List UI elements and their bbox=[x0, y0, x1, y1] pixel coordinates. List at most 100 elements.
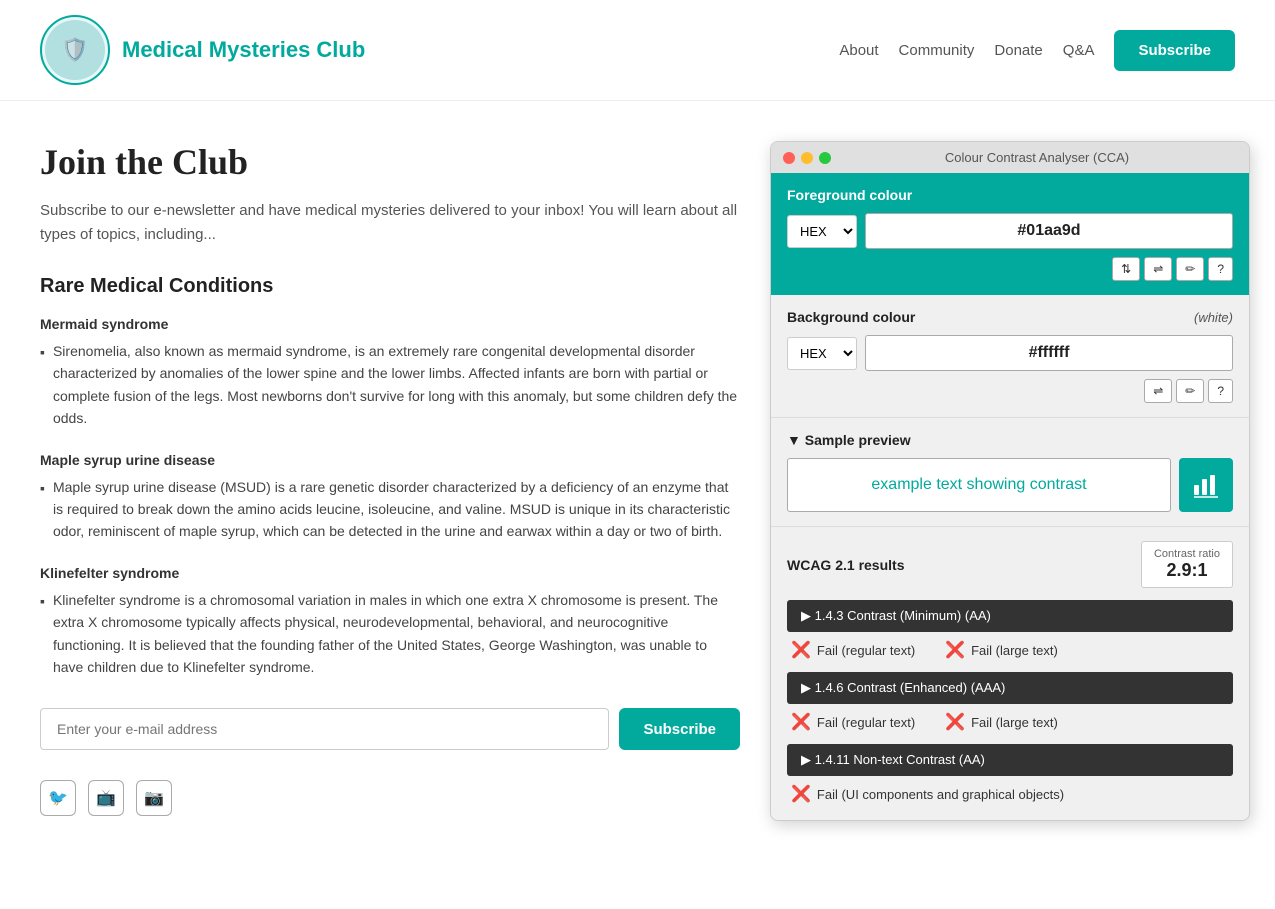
bg-white-note: (white) bbox=[1194, 310, 1233, 325]
wcag-item-1-4-3: 1.4.3 Contrast (Minimum) (AA) ❌ Fail (re… bbox=[787, 600, 1233, 662]
subscribe-form-button[interactable]: Subscribe bbox=[619, 708, 740, 750]
fail-icon-large-1-4-3: ❌ bbox=[945, 640, 965, 660]
fail-large-text-1-4-3: Fail (large text) bbox=[971, 643, 1058, 658]
preview-text-box: example text showing contrast bbox=[787, 458, 1171, 512]
bg-input-row: HEX RGB HSL bbox=[787, 335, 1233, 371]
site-title: Medical Mysteries Club bbox=[122, 37, 365, 63]
bg-label: Background colour bbox=[787, 309, 915, 325]
foreground-section: Foreground colour HEX RGB HSL ⇅ ⇌ ✏ ? bbox=[771, 173, 1249, 295]
condition-text-mermaid: Sirenomelia, also known as mermaid syndr… bbox=[53, 340, 740, 430]
fail-ui-text-1-4-11: Fail (UI components and graphical object… bbox=[817, 787, 1064, 802]
fg-input-row: HEX RGB HSL bbox=[787, 213, 1233, 249]
condition-desc-maple: Maple syrup urine disease (MSUD) is a ra… bbox=[40, 476, 740, 543]
bg-sliders-btn[interactable]: ⇌ bbox=[1144, 379, 1172, 403]
cca-title: Colour Contrast Analyser (CCA) bbox=[837, 150, 1237, 165]
fg-arrows-btn[interactable]: ⇅ bbox=[1112, 257, 1140, 281]
bg-eyedropper-btn[interactable]: ✏ bbox=[1176, 379, 1204, 403]
condition-klinefelter: Klinefelter syndrome Klinefelter syndrom… bbox=[40, 565, 740, 679]
twitch-icon[interactable]: 📺 bbox=[88, 780, 124, 816]
fail-regular-text-1-4-3: Fail (regular text) bbox=[817, 643, 915, 658]
fg-format-select[interactable]: HEX RGB HSL bbox=[787, 215, 857, 248]
cca-titlebar: Colour Contrast Analyser (CCA) bbox=[771, 142, 1249, 173]
wcag-title: WCAG 2.1 results bbox=[787, 557, 904, 573]
chart-icon bbox=[1192, 471, 1220, 499]
condition-text-klinefelter: Klinefelter syndrome is a chromosomal va… bbox=[53, 589, 740, 679]
header-left: 🛡️ Medical Mysteries Club bbox=[40, 15, 365, 85]
condition-title-klinefelter: Klinefelter syndrome bbox=[40, 565, 740, 581]
wcag-item-1-4-11: 1.4.11 Non-text Contrast (AA) ❌ Fail (UI… bbox=[787, 744, 1233, 806]
section-heading: Rare Medical Conditions bbox=[40, 275, 740, 298]
wcag-results-row-1-4-11: ❌ Fail (UI components and graphical obje… bbox=[787, 782, 1233, 806]
cca-body: Foreground colour HEX RGB HSL ⇅ ⇌ ✏ ? bbox=[771, 173, 1249, 820]
nav-donate[interactable]: Donate bbox=[994, 42, 1042, 59]
condition-text-maple: Maple syrup urine disease (MSUD) is a ra… bbox=[53, 476, 740, 543]
titlebar-dot-1 bbox=[783, 152, 795, 164]
preview-row: example text showing contrast bbox=[787, 458, 1233, 512]
wcag-result-regular-1-4-3: ❌ Fail (regular text) bbox=[791, 640, 915, 660]
twitter-icon[interactable]: 🐦 bbox=[40, 780, 76, 816]
email-input[interactable] bbox=[40, 708, 609, 750]
logo: 🛡️ bbox=[40, 15, 110, 85]
wcag-result-regular-1-4-6: ❌ Fail (regular text) bbox=[791, 712, 915, 732]
wcag-results-row-1-4-3: ❌ Fail (regular text) ❌ Fail (large text… bbox=[787, 638, 1233, 662]
wcag-item-header-1-4-3[interactable]: 1.4.3 Contrast (Minimum) (AA) bbox=[787, 600, 1233, 632]
wcag-item-header-1-4-6[interactable]: 1.4.6 Contrast (Enhanced) (AAA) bbox=[787, 672, 1233, 704]
main-content: Join the Club Subscribe to our e-newslet… bbox=[0, 101, 1275, 841]
bg-hex-input[interactable] bbox=[865, 335, 1233, 371]
fg-help-btn[interactable]: ? bbox=[1208, 257, 1233, 281]
fg-tool-row: ⇅ ⇌ ✏ ? bbox=[787, 257, 1233, 281]
fail-icon-regular-1-4-6: ❌ bbox=[791, 712, 811, 732]
titlebar-dot-3 bbox=[819, 152, 831, 164]
condition-maple: Maple syrup urine disease Maple syrup ur… bbox=[40, 452, 740, 543]
page-title: Join the Club bbox=[40, 141, 740, 183]
bg-format-select[interactable]: HEX RGB HSL bbox=[787, 337, 857, 370]
condition-mermaid: Mermaid syndrome Sirenomelia, also known… bbox=[40, 316, 740, 430]
preview-header: Sample preview bbox=[787, 432, 1233, 448]
subscribe-button[interactable]: Subscribe bbox=[1114, 30, 1235, 71]
fail-large-text-1-4-6: Fail (large text) bbox=[971, 715, 1058, 730]
social-icons: 🐦 📺 📷 bbox=[40, 780, 740, 816]
fg-label: Foreground colour bbox=[787, 187, 1233, 203]
nav-community[interactable]: Community bbox=[899, 42, 975, 59]
preview-section: Sample preview example text showing cont… bbox=[771, 417, 1249, 526]
fg-hex-input[interactable] bbox=[865, 213, 1233, 249]
condition-title-mermaid: Mermaid syndrome bbox=[40, 316, 740, 332]
wcag-item-1-4-6: 1.4.6 Contrast (Enhanced) (AAA) ❌ Fail (… bbox=[787, 672, 1233, 734]
fail-icon-regular-1-4-3: ❌ bbox=[791, 640, 811, 660]
wcag-results-row-1-4-6: ❌ Fail (regular text) ❌ Fail (large text… bbox=[787, 710, 1233, 734]
wcag-item-header-1-4-11[interactable]: 1.4.11 Non-text Contrast (AA) bbox=[787, 744, 1233, 776]
instagram-icon[interactable]: 📷 bbox=[136, 780, 172, 816]
wcag-header-row: WCAG 2.1 results Contrast ratio 2.9:1 bbox=[787, 541, 1233, 588]
condition-desc-mermaid: Sirenomelia, also known as mermaid syndr… bbox=[40, 340, 740, 430]
wcag-result-large-1-4-6: ❌ Fail (large text) bbox=[945, 712, 1058, 732]
preview-chart-button[interactable] bbox=[1179, 458, 1233, 512]
bg-label-row: Background colour (white) bbox=[787, 309, 1233, 325]
preview-text: example text showing contrast bbox=[871, 476, 1086, 494]
fail-icon-ui-1-4-11: ❌ bbox=[791, 784, 811, 804]
fg-eyedropper-btn[interactable]: ✏ bbox=[1176, 257, 1204, 281]
contrast-ratio-label: Contrast ratio bbox=[1154, 548, 1220, 560]
wcag-section: WCAG 2.1 results Contrast ratio 2.9:1 1.… bbox=[771, 526, 1249, 820]
bg-tool-row: ⇌ ✏ ? bbox=[787, 379, 1233, 403]
nav-qa[interactable]: Q&A bbox=[1063, 42, 1095, 59]
header: 🛡️ Medical Mysteries Club About Communit… bbox=[0, 0, 1275, 101]
left-column: Join the Club Subscribe to our e-newslet… bbox=[40, 141, 740, 816]
right-column: Colour Contrast Analyser (CCA) Foregroun… bbox=[770, 141, 1250, 821]
page-subtitle: Subscribe to our e-newsletter and have m… bbox=[40, 199, 740, 247]
cca-window: Colour Contrast Analyser (CCA) Foregroun… bbox=[770, 141, 1250, 821]
fg-sliders-btn[interactable]: ⇌ bbox=[1144, 257, 1172, 281]
nav-about[interactable]: About bbox=[839, 42, 878, 59]
contrast-ratio-box: Contrast ratio 2.9:1 bbox=[1141, 541, 1233, 588]
wcag-result-ui-1-4-11: ❌ Fail (UI components and graphical obje… bbox=[791, 784, 1064, 804]
email-form: Subscribe bbox=[40, 708, 740, 750]
condition-desc-klinefelter: Klinefelter syndrome is a chromosomal va… bbox=[40, 589, 740, 679]
background-section: Background colour (white) HEX RGB HSL ⇌ bbox=[771, 295, 1249, 417]
condition-title-maple: Maple syrup urine disease bbox=[40, 452, 740, 468]
wcag-result-large-1-4-3: ❌ Fail (large text) bbox=[945, 640, 1058, 660]
titlebar-dot-2 bbox=[801, 152, 813, 164]
bg-help-btn[interactable]: ? bbox=[1208, 379, 1233, 403]
logo-inner: 🛡️ bbox=[45, 20, 105, 80]
main-nav: About Community Donate Q&A Subscribe bbox=[839, 30, 1235, 71]
fail-icon-large-1-4-6: ❌ bbox=[945, 712, 965, 732]
contrast-ratio-value: 2.9:1 bbox=[1154, 560, 1220, 581]
